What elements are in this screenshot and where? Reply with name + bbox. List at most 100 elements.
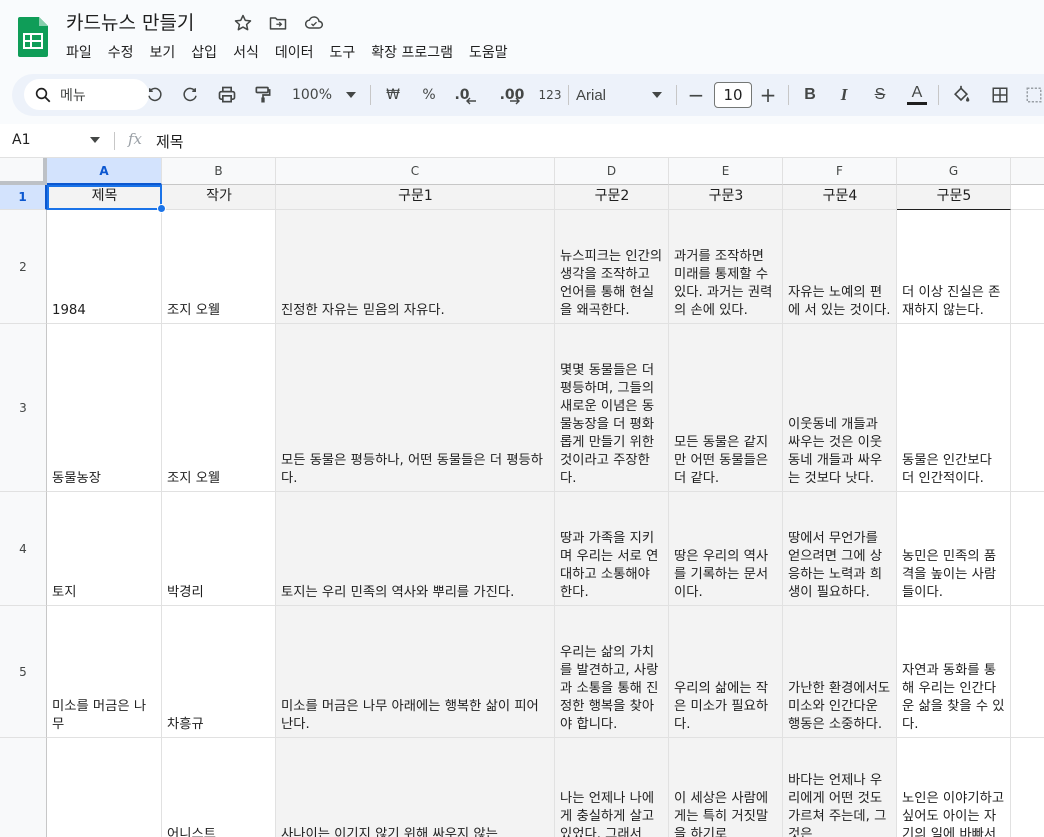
cell-g1[interactable]: 구문5 [897, 185, 1011, 210]
move-folder-icon[interactable] [266, 11, 290, 35]
menu-extensions[interactable]: 확장 프로그램 [363, 38, 461, 66]
cell-f4[interactable]: 땅에서 무언가를 얻으려면 그에 상응하는 노력과 희생이 필요하다. [783, 492, 897, 606]
cell-a4[interactable]: 토지 [47, 492, 162, 606]
cell-d5[interactable]: 우리는 삶의 가치를 발견하고, 사랑과 소통을 통해 진정한 행복을 찾아야 … [555, 606, 669, 738]
column-header-e[interactable]: E [669, 158, 783, 185]
paint-format-icon[interactable] [250, 80, 276, 110]
cell-b4[interactable]: 박경리 [162, 492, 276, 606]
zoom-dropdown-icon[interactable] [342, 80, 360, 110]
cell-h6[interactable] [1011, 738, 1044, 837]
borders-icon[interactable] [987, 80, 1013, 110]
name-box[interactable]: A1 [12, 132, 30, 148]
cell-b1[interactable]: 작가 [162, 185, 276, 210]
italic-button[interactable]: I [832, 80, 856, 110]
cell-c3[interactable]: 모든 동물은 평등하나, 어떤 동물들은 더 평등하다. [276, 324, 555, 492]
increase-decimal-button[interactable]: .00 [492, 80, 528, 110]
cell-c4[interactable]: 토지는 우리 민족의 역사와 뿌리를 가진다. [276, 492, 555, 606]
cell-g6[interactable]: 노인은 이야기하고 싶어도 아이는 자기의 일에 바빠서 [897, 738, 1011, 837]
menu-file[interactable]: 파일 [58, 38, 100, 66]
star-icon[interactable] [231, 11, 255, 35]
fill-handle[interactable] [157, 204, 166, 213]
formula-input[interactable]: 제목 [156, 131, 184, 152]
cell-c1[interactable]: 구문1 [276, 185, 555, 210]
cell-b2[interactable]: 조지 오웰 [162, 210, 276, 324]
decrease-decimal-button[interactable]: .0 [450, 80, 480, 110]
zoom-value[interactable]: 100% [288, 80, 336, 110]
cell-h1[interactable] [1011, 185, 1044, 210]
font-size-increase-button[interactable]: + [756, 80, 780, 110]
cloud-status-icon[interactable] [302, 11, 326, 35]
cell-a5[interactable]: 미소를 머금은 나무 [47, 606, 162, 738]
row-header-1[interactable]: 1 [0, 185, 47, 210]
column-header-b[interactable]: B [162, 158, 276, 185]
cell-e3[interactable]: 모든 동물은 같지만 어떤 동물들은 더 같다. [669, 324, 783, 492]
row-header-5[interactable]: 5 [0, 606, 47, 738]
cell-g4[interactable]: 농민은 민족의 품격을 높이는 사람들이다. [897, 492, 1011, 606]
name-box-dropdown-icon[interactable] [90, 137, 100, 143]
cell-d1[interactable]: 구문2 [555, 185, 669, 210]
cell-a6[interactable] [47, 738, 162, 837]
font-family-select[interactable]: Arial [576, 80, 636, 110]
column-header-f[interactable]: F [783, 158, 897, 185]
cell-h5[interactable] [1011, 606, 1044, 738]
cell-c6[interactable]: 사나이는 이기지 않기 위해 싸우지 않는 [276, 738, 555, 837]
font-size-decrease-button[interactable]: − [684, 80, 708, 110]
cell-f1[interactable]: 구문4 [783, 185, 897, 210]
cell-a3[interactable]: 동물농장 [47, 324, 162, 492]
cell-c5[interactable]: 미소를 머금은 나무 아래에는 행복한 삶이 피어난다. [276, 606, 555, 738]
cell-a2[interactable]: 1984 [47, 210, 162, 324]
cell-g2[interactable]: 더 이상 진실은 존재하지 않는다. [897, 210, 1011, 324]
cell-d4[interactable]: 땅과 가족을 지키며 우리는 서로 연대하고 소통해야 한다. [555, 492, 669, 606]
percent-format-button[interactable]: % [416, 80, 442, 110]
font-size-input[interactable]: 10 [714, 82, 752, 108]
menu-tools[interactable]: 도구 [321, 38, 363, 66]
cell-h3[interactable] [1011, 324, 1044, 492]
cell-h2[interactable] [1011, 210, 1044, 324]
menu-search-box[interactable]: 메뉴 [24, 79, 149, 110]
redo-icon[interactable] [177, 80, 203, 110]
row-header-6[interactable] [0, 738, 47, 837]
cell-e2[interactable]: 과거를 조작하면 미래를 통제할 수 있다. 과거는 권력의 손에 있다. [669, 210, 783, 324]
menu-view[interactable]: 보기 [142, 38, 184, 66]
sheets-logo-icon[interactable] [18, 17, 48, 57]
cell-d3[interactable]: 몇몇 동물들은 더 평등하며, 그들의 새로운 이념은 동물농장을 더 평화롭게… [555, 324, 669, 492]
font-dropdown-icon[interactable] [648, 80, 666, 110]
strikethrough-button[interactable]: S [868, 80, 892, 110]
cell-f5[interactable]: 가난한 환경에서도 미소와 인간다운 행동은 소중하다. [783, 606, 897, 738]
cell-e5[interactable]: 우리의 삶에는 작은 미소가 필요하다. [669, 606, 783, 738]
menu-edit[interactable]: 수정 [100, 38, 142, 66]
cell-b3[interactable]: 조지 오웰 [162, 324, 276, 492]
cell-g5[interactable]: 자연과 동화를 통해 우리는 인간다운 삶을 찾을 수 있다. [897, 606, 1011, 738]
print-icon[interactable] [214, 80, 240, 110]
column-header-a[interactable]: A [47, 158, 162, 185]
cell-f2[interactable]: 자유는 노예의 편에 서 있는 것이다. [783, 210, 897, 324]
row-header-3[interactable]: 3 [0, 324, 47, 492]
menu-format[interactable]: 서식 [225, 38, 267, 66]
fill-color-icon[interactable] [948, 80, 974, 110]
currency-format-button[interactable]: ₩ [380, 80, 406, 110]
column-header-h[interactable] [1011, 158, 1044, 185]
document-title[interactable]: 카드뉴스 만들기 [66, 8, 194, 35]
cell-d6[interactable]: 나는 언제나 나에게 충실하게 살고 있었다. 그래서 [555, 738, 669, 837]
cell-g3[interactable]: 동물은 인간보다 더 인간적이다. [897, 324, 1011, 492]
bold-button[interactable]: B [798, 80, 822, 110]
cell-e6[interactable]: 이 세상은 사람에게는 특히 거짓말을 하기로 [669, 738, 783, 837]
number-format-button[interactable]: 123 [536, 80, 564, 110]
cell-b6[interactable]: 어니스트 [162, 738, 276, 837]
cell-f6[interactable]: 바다는 언제나 우리에게 어떤 것도 가르쳐 주는데, 그것은 [783, 738, 897, 837]
cell-h4[interactable] [1011, 492, 1044, 606]
menu-insert[interactable]: 삽입 [183, 38, 225, 66]
merge-cells-icon[interactable] [1024, 80, 1044, 110]
menu-data[interactable]: 데이터 [267, 38, 322, 66]
cell-e4[interactable]: 땅은 우리의 역사를 기록하는 문서이다. [669, 492, 783, 606]
select-all-corner[interactable] [0, 158, 47, 185]
cell-c2[interactable]: 진정한 자유는 믿음의 자유다. [276, 210, 555, 324]
cell-e1[interactable]: 구문3 [669, 185, 783, 210]
row-header-2[interactable]: 2 [0, 210, 47, 324]
menu-help[interactable]: 도움말 [461, 38, 516, 66]
column-header-c[interactable]: C [276, 158, 555, 185]
undo-icon[interactable] [142, 80, 168, 110]
cell-d2[interactable]: 뉴스피크는 인간의 생각을 조작하고 언어를 통해 현실을 왜곡한다. [555, 210, 669, 324]
text-color-button[interactable]: A [904, 80, 930, 110]
column-header-g[interactable]: G [897, 158, 1011, 185]
